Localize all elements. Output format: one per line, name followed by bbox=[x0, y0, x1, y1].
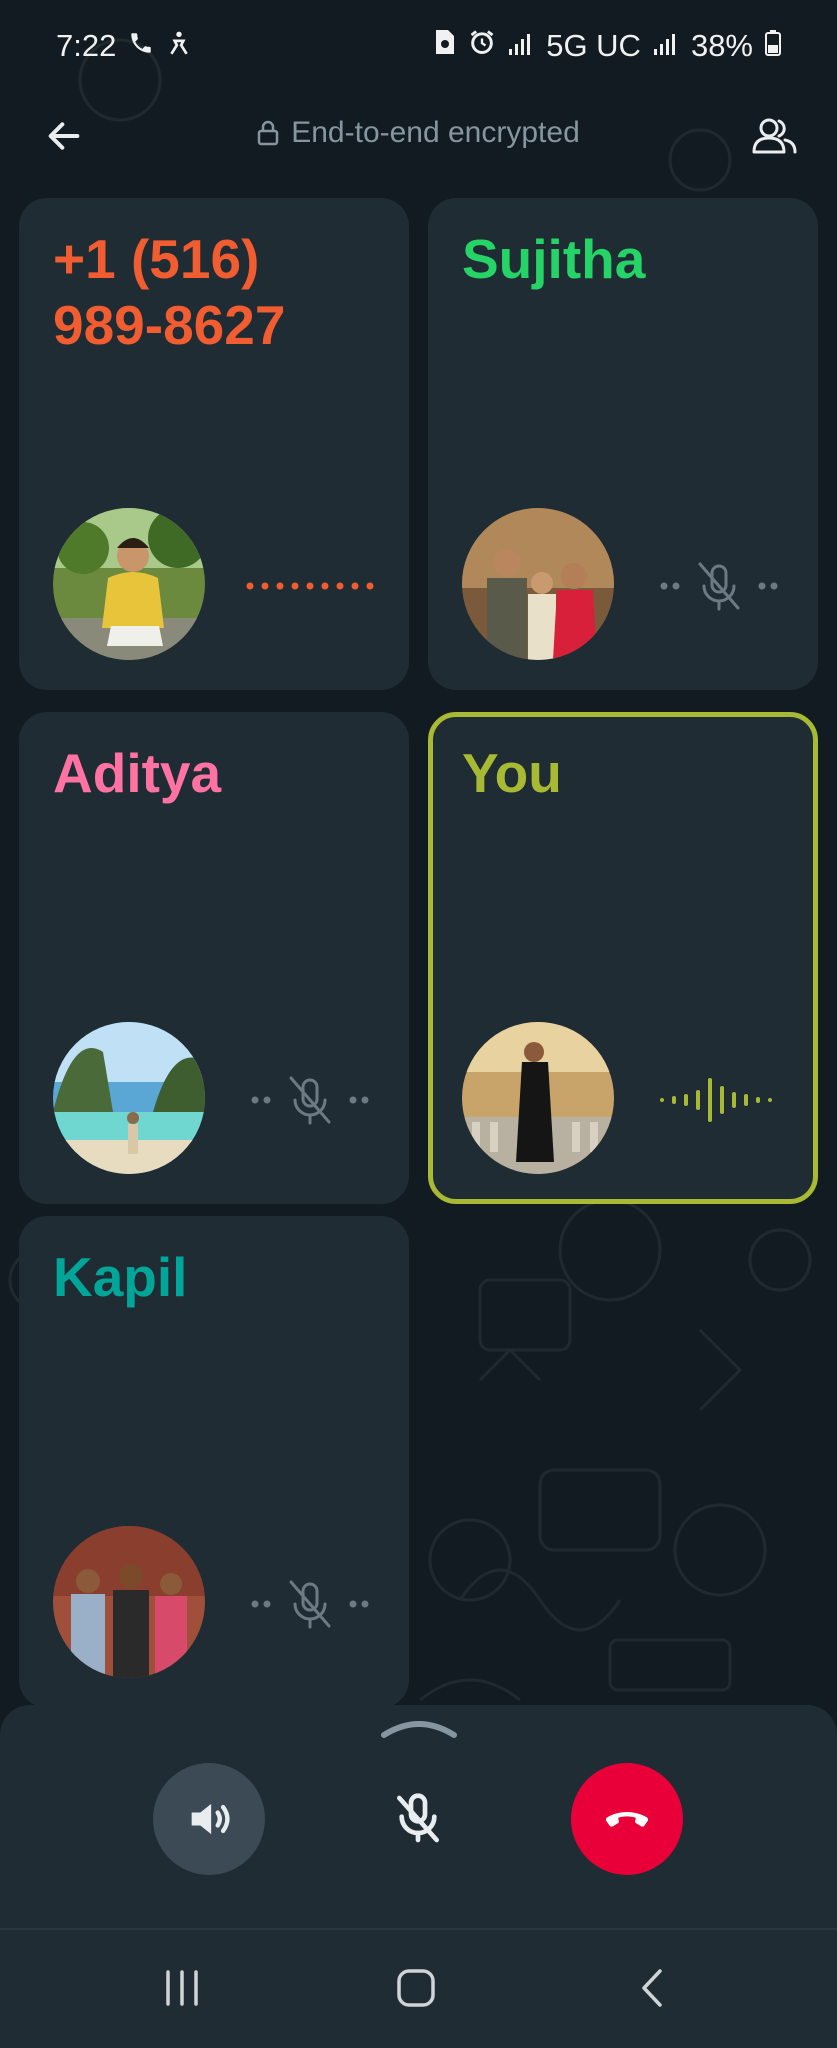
participant-tile[interactable]: +1 (516) 989-8627 bbox=[19, 198, 409, 690]
network-label: 5G UC bbox=[546, 28, 641, 63]
alarm-icon bbox=[468, 28, 496, 64]
call-controls bbox=[0, 1705, 837, 1930]
mute-button[interactable] bbox=[362, 1763, 474, 1875]
participants-button[interactable] bbox=[743, 108, 803, 164]
signal-icon bbox=[508, 28, 534, 64]
avatar bbox=[53, 508, 205, 660]
phone-icon bbox=[128, 28, 154, 64]
back-icon bbox=[642, 1969, 662, 2007]
participant-name: You bbox=[462, 742, 562, 804]
participant-name: Kapil bbox=[53, 1246, 188, 1308]
mic-off-icon bbox=[698, 562, 740, 611]
encryption-notice[interactable]: End-to-end encrypted bbox=[0, 116, 837, 150]
participant-name: +1 (516) 989-8627 bbox=[53, 228, 286, 356]
muted-indicator bbox=[235, 1072, 385, 1128]
lock-icon bbox=[257, 120, 279, 146]
participant-name: Sujitha bbox=[462, 228, 646, 290]
muted-indicator bbox=[644, 558, 794, 614]
recent-apps-icon bbox=[166, 1970, 198, 2006]
speaking-indicator bbox=[644, 1072, 794, 1128]
speaker-button[interactable] bbox=[153, 1763, 265, 1875]
participant-tile-self[interactable]: You bbox=[428, 712, 818, 1204]
muted-indicator bbox=[235, 1576, 385, 1632]
end-call-icon bbox=[605, 1812, 649, 1827]
signal-icon bbox=[653, 28, 679, 64]
call-header: End-to-end encrypted bbox=[0, 100, 837, 174]
expand-handle-icon[interactable] bbox=[380, 1717, 458, 1739]
nav-back-button[interactable] bbox=[617, 1958, 687, 2018]
participants-icon bbox=[752, 118, 797, 154]
avatar bbox=[462, 508, 614, 660]
accessibility-icon bbox=[166, 28, 192, 64]
sim-icon bbox=[434, 28, 456, 64]
end-call-button[interactable] bbox=[571, 1763, 683, 1875]
participant-tile[interactable]: Aditya bbox=[19, 712, 409, 1204]
clock: 7:22 bbox=[56, 28, 117, 63]
recent-apps-button[interactable] bbox=[147, 1958, 217, 2018]
mic-off-icon bbox=[397, 1793, 439, 1843]
speaker-icon bbox=[191, 1803, 230, 1835]
connecting-indicator bbox=[235, 558, 385, 614]
mic-off-icon bbox=[289, 1580, 331, 1629]
mic-off-icon bbox=[289, 1076, 331, 1125]
home-button[interactable] bbox=[381, 1958, 451, 2018]
avatar bbox=[462, 1022, 614, 1174]
participant-name: Aditya bbox=[53, 742, 222, 804]
battery-icon bbox=[765, 28, 781, 64]
system-nav-bar bbox=[0, 1930, 837, 2048]
avatar bbox=[53, 1526, 205, 1678]
battery-label: 38% bbox=[690, 28, 753, 63]
status-bar: 7:22 5G UC 38% bbox=[0, 0, 837, 92]
participant-tile[interactable]: Sujitha bbox=[428, 198, 818, 690]
encryption-text: End-to-end encrypted bbox=[291, 116, 580, 149]
participant-tile[interactable]: Kapil bbox=[19, 1216, 409, 1708]
home-icon bbox=[397, 1969, 435, 2007]
avatar bbox=[53, 1022, 205, 1174]
